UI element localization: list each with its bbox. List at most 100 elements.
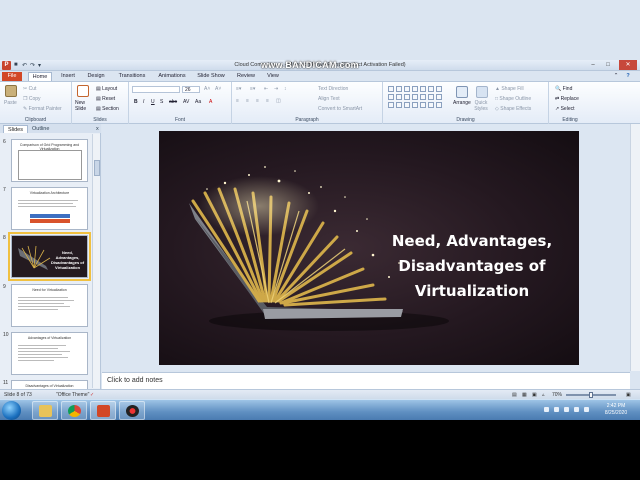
- numbering-icon[interactable]: ≡▾: [250, 86, 255, 92]
- convert-smartart-button[interactable]: Convert to SmartArt: [318, 106, 362, 112]
- format-painter-button[interactable]: ✎ Format Painter: [23, 106, 62, 112]
- new-slide-button[interactable]: New Slide: [75, 100, 93, 112]
- align-right-icon[interactable]: ≡: [256, 98, 259, 104]
- arrange-button[interactable]: Arrange: [453, 100, 471, 106]
- minimize-button[interactable]: –: [586, 60, 600, 70]
- tab-insert[interactable]: Insert: [57, 72, 79, 81]
- shape-icon[interactable]: [420, 102, 426, 108]
- columns-icon[interactable]: ◫: [276, 98, 281, 104]
- paste-icon[interactable]: [5, 85, 17, 97]
- tray-flag-icon[interactable]: [544, 407, 549, 412]
- zoom-level[interactable]: 70%: [552, 392, 562, 398]
- fit-slide-icon[interactable]: ▣: [626, 392, 631, 398]
- shadow-button[interactable]: S: [160, 99, 163, 105]
- thumbnail[interactable]: Need for Virtualization: [11, 284, 88, 327]
- font-name-combo[interactable]: [132, 86, 180, 93]
- volume-icon[interactable]: [584, 407, 589, 412]
- paste-button[interactable]: Paste: [4, 100, 17, 106]
- tab-transitions[interactable]: Transitions: [113, 72, 151, 81]
- shape-effects-button[interactable]: ◇ Shape Effects: [495, 106, 531, 112]
- tab-review[interactable]: Review: [233, 72, 259, 81]
- minimize-ribbon-icon[interactable]: ⌃: [612, 72, 620, 81]
- char-spacing-icon[interactable]: AV: [183, 99, 189, 105]
- shape-icon[interactable]: [396, 102, 402, 108]
- font-size-combo[interactable]: 26: [182, 86, 200, 93]
- shape-icon[interactable]: [412, 86, 418, 92]
- text-direction-button[interactable]: Text Direction: [318, 86, 348, 92]
- align-center-icon[interactable]: ≡: [246, 98, 249, 104]
- tab-outline[interactable]: Outline: [28, 125, 53, 133]
- shape-icon[interactable]: [396, 86, 402, 92]
- slide-thumbnail-9[interactable]: 9 Need for Virtualization: [0, 284, 92, 329]
- shape-icon[interactable]: [404, 86, 410, 92]
- reading-view-icon[interactable]: ▣: [532, 392, 537, 398]
- taskbar-powerpoint[interactable]: [90, 401, 116, 420]
- taskbar-chrome[interactable]: [61, 401, 87, 420]
- shape-icon[interactable]: [436, 102, 442, 108]
- tab-design[interactable]: Design: [84, 72, 108, 81]
- tab-slides[interactable]: Slides: [3, 125, 28, 133]
- normal-view-icon[interactable]: ▤: [512, 392, 517, 398]
- thumbnail[interactable]: Comparison of Grid Programming and Virtu…: [11, 139, 88, 182]
- shape-icon[interactable]: [420, 94, 426, 100]
- shape-icon[interactable]: [428, 94, 434, 100]
- italic-button[interactable]: I: [143, 99, 144, 105]
- bold-button[interactable]: B: [134, 99, 138, 105]
- copy-button[interactable]: ❐ Copy: [23, 96, 41, 102]
- zoom-slider-knob[interactable]: [589, 392, 593, 398]
- grow-font-icon[interactable]: A˄: [204, 86, 210, 92]
- select-button[interactable]: ↗ Select: [555, 106, 575, 112]
- tab-view[interactable]: View: [263, 72, 283, 81]
- thumbnail-selected[interactable]: Need, Advantages, Disadvantages of Virtu…: [8, 232, 91, 281]
- scrollbar-thumb[interactable]: [94, 160, 100, 176]
- section-button[interactable]: ▤ Section: [96, 106, 119, 112]
- taskbar-explorer[interactable]: [32, 401, 58, 420]
- shape-icon[interactable]: [404, 94, 410, 100]
- shape-icon[interactable]: [428, 86, 434, 92]
- shape-icon[interactable]: [388, 102, 394, 108]
- thumbnail[interactable]: Disadvantages of Virtualization: [11, 380, 88, 389]
- bullets-icon[interactable]: ≡▾: [236, 86, 241, 92]
- strikethrough-button[interactable]: abc: [169, 99, 177, 105]
- replace-button[interactable]: ⇄ Replace: [555, 96, 579, 102]
- tab-slide-show[interactable]: Slide Show: [194, 72, 228, 81]
- shape-icon[interactable]: [436, 94, 442, 100]
- underline-button[interactable]: U: [151, 99, 155, 105]
- slide-show-icon[interactable]: ▵: [542, 392, 545, 398]
- battery-icon[interactable]: [574, 407, 579, 412]
- spelling-icon[interactable]: ✓: [90, 392, 94, 398]
- quick-styles-button[interactable]: Quick Styles: [472, 100, 490, 112]
- justify-icon[interactable]: ≡: [266, 98, 269, 104]
- shape-icon[interactable]: [396, 94, 402, 100]
- arrange-icon[interactable]: [456, 86, 468, 98]
- slide-thumbnail-6[interactable]: 6 Comparison of Grid Programming and Vir…: [0, 139, 92, 184]
- maximize-button[interactable]: □: [601, 60, 615, 70]
- align-left-icon[interactable]: ≡: [236, 98, 239, 104]
- slide-thumbnail-8[interactable]: 8 Need, Advantages, Disadvantages of Vir…: [0, 232, 92, 281]
- notes-pane[interactable]: Click to add notes: [102, 372, 630, 389]
- thumbnail[interactable]: Virtualization Architecture: [11, 187, 88, 230]
- current-slide[interactable]: Need, Advantages, Disadvantages of Virtu…: [159, 131, 579, 365]
- align-text-button[interactable]: Align Text: [318, 96, 340, 102]
- cut-button[interactable]: ✂ Cut: [23, 86, 36, 92]
- shape-icon[interactable]: [412, 94, 418, 100]
- slide-thumbnail-11[interactable]: 11 Disadvantages of Virtualization: [0, 380, 92, 389]
- layout-button[interactable]: ▤ Layout: [96, 86, 117, 92]
- shape-icon[interactable]: [412, 102, 418, 108]
- close-button[interactable]: ✕: [619, 60, 637, 70]
- shrink-font-icon[interactable]: A˅: [215, 86, 221, 92]
- change-case-icon[interactable]: Aa: [195, 99, 201, 105]
- tab-home[interactable]: Home: [28, 72, 52, 81]
- shape-icon[interactable]: [436, 86, 442, 92]
- start-button[interactable]: [2, 401, 21, 420]
- shape-fill-button[interactable]: ▲ Shape Fill: [495, 86, 524, 92]
- thumbnail[interactable]: Advantages of Virtualization: [11, 332, 88, 375]
- quick-styles-icon[interactable]: [476, 86, 488, 98]
- shape-icon[interactable]: [388, 86, 394, 92]
- decrease-indent-icon[interactable]: ⇤: [264, 86, 268, 92]
- network-icon[interactable]: [564, 407, 569, 412]
- shape-icon[interactable]: [388, 94, 394, 100]
- new-slide-icon[interactable]: [77, 85, 89, 97]
- shape-icon[interactable]: [428, 102, 434, 108]
- tray-arrow-icon[interactable]: [554, 407, 559, 412]
